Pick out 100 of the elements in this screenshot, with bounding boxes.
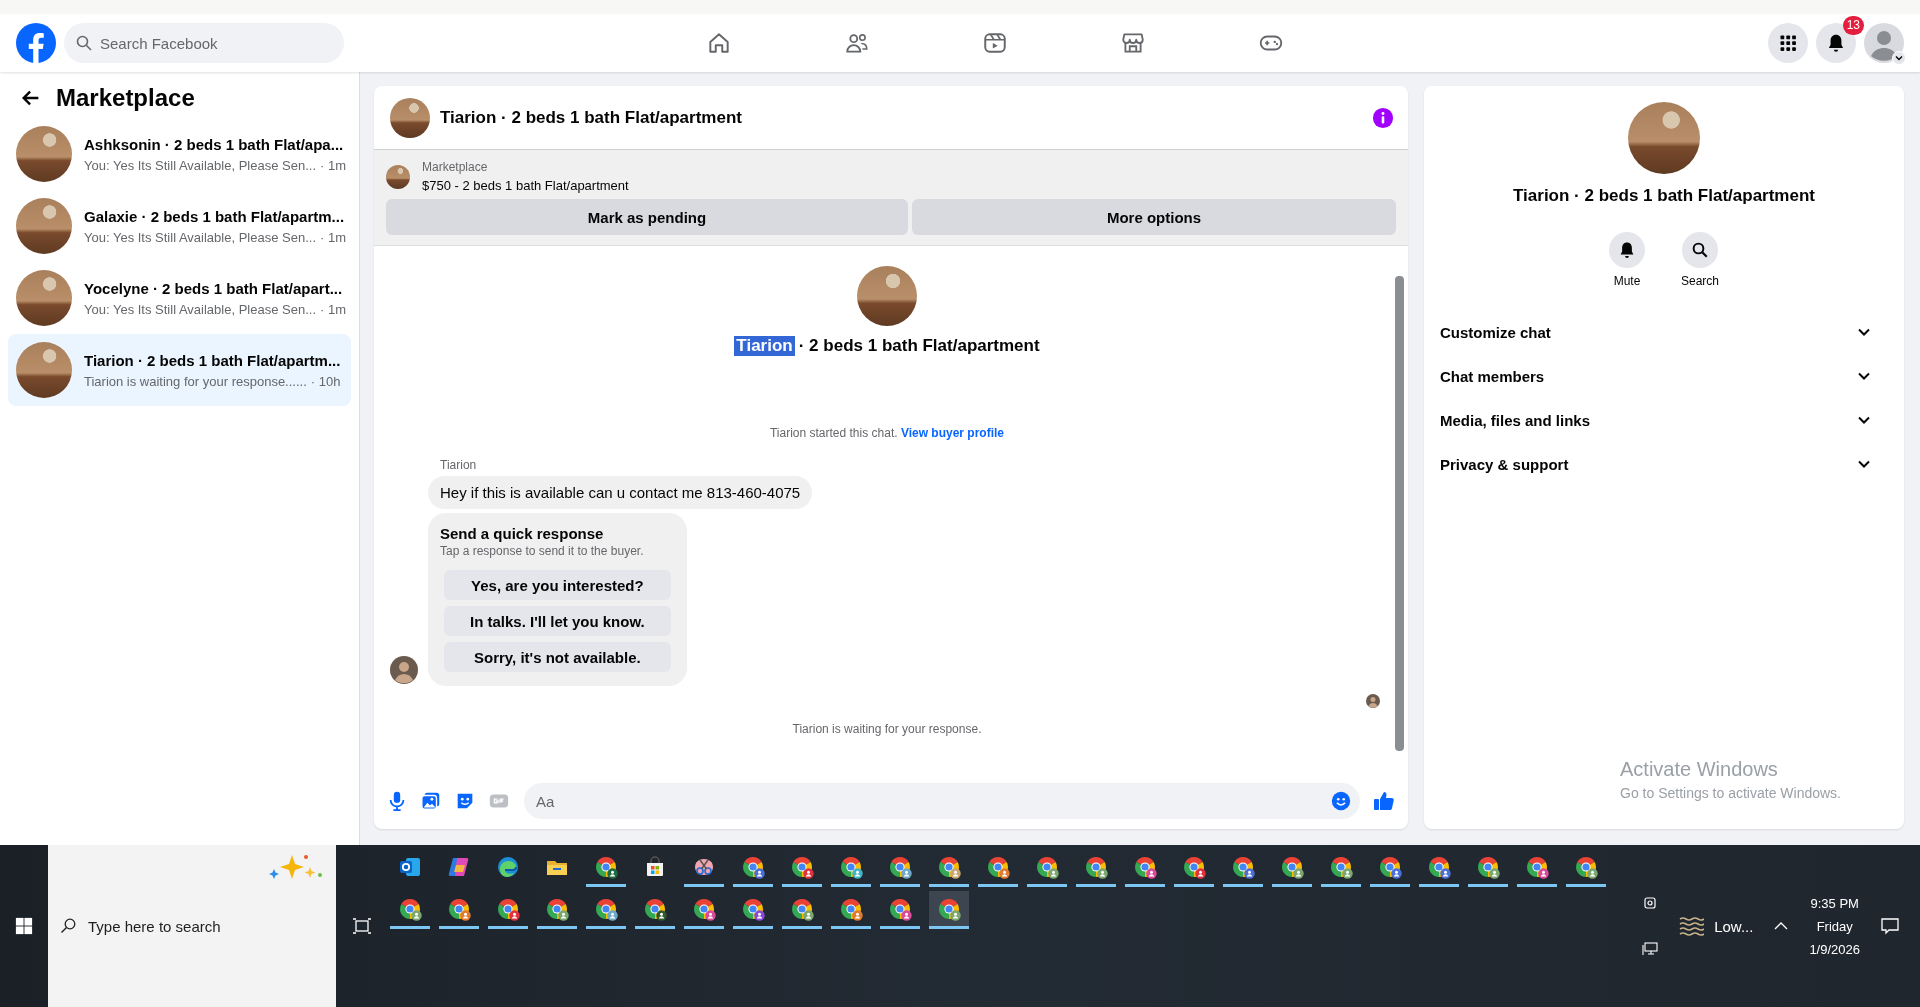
photo-placeholder bbox=[16, 342, 72, 398]
chat-title: Tiarion · 2 beds 1 bath Flat/apartment bbox=[1513, 186, 1815, 206]
browser-app-icon bbox=[692, 896, 716, 921]
section-header[interactable]: Chat members bbox=[1440, 354, 1888, 398]
browser-app-icon bbox=[1427, 854, 1451, 879]
section-header[interactable]: Privacy & support bbox=[1440, 442, 1888, 486]
avatar-silhouette-icon bbox=[390, 656, 418, 684]
browser-app-icon bbox=[1476, 854, 1500, 879]
bell-icon bbox=[1826, 33, 1846, 53]
browser-app-icon bbox=[986, 854, 1010, 879]
section-header[interactable]: Customize chat bbox=[1440, 310, 1888, 354]
conversation-item[interactable]: Galaxie · 2 beds 1 bath Flat/apartm... You: Yes Its Still Available, Please Sen... · 1m bbox=[8, 190, 351, 262]
browser-app-icon bbox=[1280, 854, 1304, 879]
timestamp: · 10h bbox=[310, 373, 341, 389]
search-icon bbox=[60, 918, 76, 934]
info-icon[interactable] bbox=[1372, 106, 1394, 129]
grid-menu-icon bbox=[1778, 33, 1798, 53]
search-button[interactable] bbox=[1682, 232, 1718, 268]
message-preview: You: Yes Its Still Available, Please Sen... bbox=[84, 157, 316, 173]
chat-status: Tiarion is waiting for your response. bbox=[791, 722, 983, 736]
conversation-item[interactable]: Yocelyne · 2 beds 1 bath Flat/apart... You: Yes Its Still Available, Please Sen... · 1m bbox=[8, 262, 351, 334]
browser-app-icon bbox=[643, 896, 667, 921]
card-hint: Tap a response to send it to the buyer. bbox=[440, 544, 645, 558]
quick-reply-button[interactable]: In talks. I'll let you know. bbox=[444, 606, 671, 636]
listing-title: $750 - 2 beds 1 bath Flat/apartment bbox=[422, 178, 629, 193]
menu-button[interactable] bbox=[1768, 23, 1808, 63]
search-icon bbox=[76, 35, 92, 51]
taskbar-search-field[interactable]: Type here to search bbox=[48, 845, 336, 1007]
browser-app-icon bbox=[1182, 854, 1206, 879]
sender-name: Tiarion bbox=[439, 458, 477, 472]
action-label: Mute bbox=[1613, 274, 1641, 288]
taskbar-app-button[interactable] bbox=[929, 891, 969, 929]
home-icon[interactable] bbox=[706, 30, 732, 56]
activation-notice-title: Activate Windows bbox=[1620, 758, 1779, 781]
action-label: Search bbox=[1681, 274, 1719, 288]
message-preview: You: Yes Its Still Available, Please Sen... bbox=[84, 229, 316, 245]
card-title: Send a quick response bbox=[440, 525, 605, 542]
conversation-title: Yocelyne · 2 beds 1 bath Flat/apart... bbox=[84, 279, 343, 297]
photo-placeholder bbox=[857, 266, 917, 326]
chat-start-note: Tiarion started this chat. View buyer profile bbox=[768, 426, 1006, 440]
message-bubble: Hey if this is available can u contact me 813-460-4075 bbox=[428, 476, 813, 509]
photo-placeholder bbox=[390, 97, 430, 138]
browser-app-icon bbox=[937, 854, 961, 879]
buyer-profile-link[interactable]: View buyer profile bbox=[900, 426, 1005, 440]
browser-app-icon bbox=[790, 854, 814, 879]
browser-app-icon bbox=[888, 854, 912, 879]
browser-app-icon bbox=[937, 896, 961, 921]
mute-button[interactable] bbox=[1609, 232, 1645, 268]
browser-app-icon bbox=[496, 854, 520, 879]
browser-app-icon bbox=[741, 854, 765, 879]
conversation-item[interactable]: Ashksonin · 2 beds 1 bath Flat/apa... You: Yes Its Still Available, Please Sen... · 1m bbox=[8, 118, 351, 190]
photo-placeholder bbox=[16, 270, 72, 326]
listing-label: Marketplace bbox=[422, 160, 489, 174]
timestamp: · 1m bbox=[320, 157, 346, 173]
browser-app-icon bbox=[1525, 854, 1549, 879]
browser-app-icon bbox=[1133, 854, 1157, 879]
photo-placeholder bbox=[16, 126, 72, 182]
quick-reply-button[interactable]: Sorry, it's not available. bbox=[444, 642, 671, 672]
network-icon[interactable] bbox=[1642, 941, 1659, 957]
browser-app-icon bbox=[839, 854, 863, 879]
browser-app-icon bbox=[398, 896, 422, 921]
activation-notice-text: Go to Settings to activate Windows. bbox=[1620, 785, 1842, 801]
search-icon bbox=[1691, 241, 1709, 259]
search-field[interactable]: Search Facebook bbox=[64, 23, 344, 63]
caret-icon bbox=[1892, 51, 1906, 65]
browser-app-icon bbox=[594, 896, 618, 921]
timestamp: · 1m bbox=[320, 301, 346, 317]
camera-icon[interactable] bbox=[1642, 895, 1659, 911]
speech-bubble-icon[interactable] bbox=[1880, 916, 1900, 936]
conversation-title: Ashksonin · 2 beds 1 bath Flat/apa... bbox=[84, 135, 343, 153]
browser-app-icon bbox=[1574, 854, 1598, 879]
windows-logo-icon bbox=[15, 917, 33, 935]
weather-widget[interactable]: Low... bbox=[1678, 913, 1754, 939]
browser-app-icon bbox=[839, 896, 863, 921]
browser-app-icon bbox=[1035, 854, 1059, 879]
logo-icon[interactable] bbox=[16, 23, 56, 63]
thumbs-up-icon[interactable] bbox=[1372, 789, 1396, 813]
avatar-silhouette-icon bbox=[1864, 23, 1904, 63]
photo-placeholder bbox=[386, 164, 410, 189]
clock[interactable]: 9:35 PM Friday 1/9/2026 bbox=[1809, 895, 1860, 957]
browser-app-icon bbox=[1231, 854, 1255, 879]
message-input[interactable]: Aa bbox=[524, 783, 1360, 819]
image-icon[interactable] bbox=[420, 790, 442, 812]
section-header[interactable]: Media, files and links bbox=[1440, 398, 1888, 442]
browser-app-icon bbox=[888, 896, 912, 921]
conversation-title: Galaxie · 2 beds 1 bath Flat/apartm... bbox=[84, 207, 343, 225]
conversation-item[interactable]: Tiarion · 2 beds 1 bath Flat/apartm... Tiarion is waiting for your response...... · 10h bbox=[8, 334, 351, 406]
profile-button[interactable] bbox=[1864, 23, 1904, 63]
mark-pending-button[interactable]: Mark as pending bbox=[386, 199, 908, 235]
storefront-icon[interactable] bbox=[1120, 30, 1146, 56]
more-options-button[interactable]: More options bbox=[912, 199, 1396, 235]
video-icon[interactable] bbox=[982, 30, 1008, 56]
message-preview: You: Yes Its Still Available, Please Sen... bbox=[84, 301, 316, 317]
browser-app-icon bbox=[1084, 854, 1108, 879]
bell-icon bbox=[1618, 241, 1636, 259]
emoji-icon[interactable] bbox=[1330, 790, 1352, 812]
listing-title: · 2 beds 1 bath Flat/apartment bbox=[798, 336, 1040, 356]
browser-app-icon bbox=[1378, 854, 1402, 879]
task-view-icon[interactable] bbox=[352, 916, 372, 936]
quick-reply-button[interactable]: Yes, are you interested? bbox=[444, 570, 671, 600]
